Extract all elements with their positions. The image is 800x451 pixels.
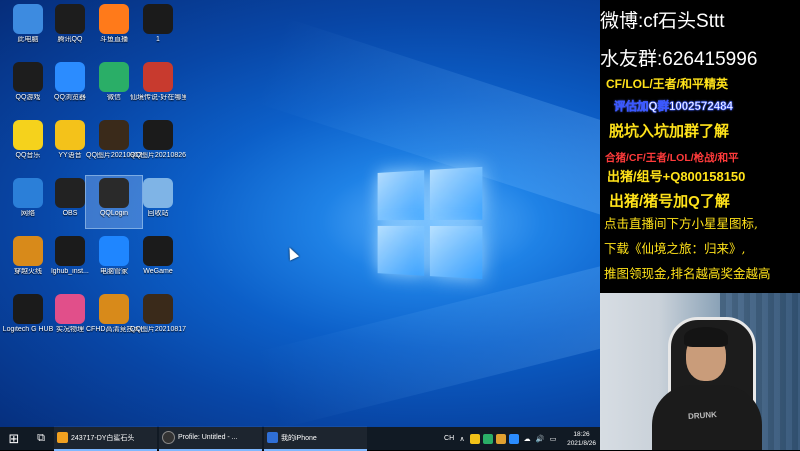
tray-app-icon[interactable] bbox=[483, 433, 494, 444]
douyu-icon bbox=[99, 4, 129, 34]
colorful-app-icon bbox=[55, 294, 85, 324]
overlay-promo-line1: 点击直播间下方小星星图标, bbox=[604, 216, 758, 231]
qq-music-icon bbox=[13, 120, 43, 150]
overlay-contact-qq: 出猪/组号+Q800158150 bbox=[607, 169, 746, 184]
network-icon bbox=[13, 178, 43, 208]
notification-icon[interactable]: ▭ bbox=[548, 434, 558, 444]
logitech-icon bbox=[13, 294, 43, 324]
image-file-icon bbox=[143, 294, 173, 324]
douyu-app-icon bbox=[57, 432, 68, 443]
tray-app-icon[interactable] bbox=[470, 433, 481, 444]
overlay-promo-line2: 下载《仙境之旅：归来》, bbox=[604, 241, 746, 256]
obs-icon bbox=[55, 178, 85, 208]
logitech-icon bbox=[55, 236, 85, 266]
overlay-sell-text: 出猪/猪号加Q了解 bbox=[609, 193, 730, 210]
wechat-icon bbox=[99, 62, 129, 92]
windows-logo bbox=[377, 166, 485, 282]
desktop-icon-label: 仙境传说-好在哪里 bbox=[130, 94, 186, 101]
crossfire-icon bbox=[99, 294, 129, 324]
qq-game-icon bbox=[13, 62, 43, 92]
taskbar-app-obs[interactable]: Profile: Untitled - ... bbox=[159, 426, 262, 451]
taskbar-app-label: Profile: Untitled - ... bbox=[178, 434, 238, 441]
qq-browser-icon bbox=[55, 62, 85, 92]
webcam-feed: DRUNK bbox=[600, 293, 800, 450]
desktop-icon-label: QQ图片20210826... bbox=[130, 152, 186, 159]
tray-app-icon[interactable] bbox=[509, 433, 520, 444]
taskbar: ⊞ ⧉ 243717-DY白鲨石头 Profile: Untitled - ..… bbox=[0, 426, 600, 451]
cf-logo-icon bbox=[99, 178, 129, 208]
stream-info-overlay: 微博:cf石头Sttt 水友群:626415996 CF/LOL/王者/和平精英… bbox=[600, 0, 800, 293]
qq-penguin-icon bbox=[55, 4, 85, 34]
clock-time: 18:26 bbox=[573, 430, 590, 438]
overlay-fan-group: 水友群:626415996 bbox=[600, 49, 758, 70]
windows-start-icon: ⊞ bbox=[8, 430, 20, 446]
desktop-icon-label: 1 bbox=[156, 36, 160, 43]
computer-icon bbox=[13, 4, 43, 34]
overlay-games: CF/LOL/王者/和平精英 bbox=[606, 77, 728, 91]
game-icon bbox=[143, 62, 173, 92]
tray-app-icon[interactable] bbox=[496, 433, 507, 444]
image-file-icon bbox=[143, 120, 173, 150]
desktop-icon[interactable]: 1 bbox=[130, 2, 186, 54]
desktop-icon-label: QQ图片20210817... bbox=[130, 326, 186, 333]
yy-icon bbox=[55, 120, 85, 150]
start-button[interactable]: ⊞ bbox=[0, 427, 28, 450]
overlay-services: 合猪/CF/王者/LOL/枪战/和平 bbox=[605, 152, 739, 164]
cloud-icon[interactable]: ☁ bbox=[522, 434, 532, 444]
overlay-promo-line3: 推图领现金,排名越高奖金越高 bbox=[604, 266, 771, 281]
desktop-icon[interactable]: 仙境传说-好在哪里 bbox=[130, 60, 186, 112]
overlay-weibo: 微博:cf石头Sttt bbox=[600, 11, 725, 32]
obs-app-icon bbox=[162, 431, 175, 444]
crossfire-icon bbox=[13, 236, 43, 266]
task-view-button[interactable]: ⧉ bbox=[28, 427, 54, 450]
taskbar-app-iphone[interactable]: 我的iPhone bbox=[264, 426, 367, 451]
shield-icon bbox=[99, 236, 129, 266]
overlay-join-text: 脱坑入坑加群了解 bbox=[609, 123, 730, 140]
clock-date: 2021/8/26 bbox=[567, 439, 596, 447]
volume-icon[interactable]: 🔊 bbox=[535, 434, 545, 444]
overlay-qq-group: 评估加Q群1002572484 bbox=[614, 101, 733, 114]
desktop-icon-label: 回收站 bbox=[147, 210, 169, 217]
phone-app-icon bbox=[267, 432, 278, 443]
mouse-cursor bbox=[284, 245, 300, 261]
recycle-bin-icon bbox=[143, 178, 173, 208]
image-file-icon bbox=[143, 4, 173, 34]
clock[interactable]: 18:26 2021/8/26 bbox=[567, 430, 596, 448]
desktop-icon[interactable]: 回收站 bbox=[130, 176, 186, 228]
taskbar-app-label: 243717-DY白鲨石头 bbox=[71, 434, 135, 442]
input-method-indicator[interactable]: CH bbox=[444, 434, 454, 444]
desktop-icon-label: WeGame bbox=[143, 268, 173, 275]
task-view-icon: ⧉ bbox=[37, 432, 45, 444]
system-tray: CH ∧ ☁ 🔊 ▭ 18:26 2021/8/26 bbox=[444, 430, 600, 448]
desktop[interactable]: 此电脑 腾讯QQ 斗鱼直播 1 QQ游戏 QQ浏览器 微信 仙境传说-好在哪里 QQ音乐 YY语音… bbox=[0, 0, 600, 427]
desktop-icon[interactable]: QQ图片20210817... bbox=[130, 292, 186, 344]
streamer-hair bbox=[684, 327, 728, 347]
image-file-icon bbox=[99, 120, 129, 150]
taskbar-app-label: 我的iPhone bbox=[281, 434, 317, 442]
chevron-up-icon[interactable]: ∧ bbox=[457, 434, 467, 444]
desktop-icon[interactable]: QQ图片20210826... bbox=[130, 118, 186, 170]
desktop-icon[interactable]: WeGame bbox=[130, 234, 186, 286]
taskbar-app-douyu[interactable]: 243717-DY白鲨石头 bbox=[54, 426, 157, 451]
wegame-icon bbox=[143, 236, 173, 266]
